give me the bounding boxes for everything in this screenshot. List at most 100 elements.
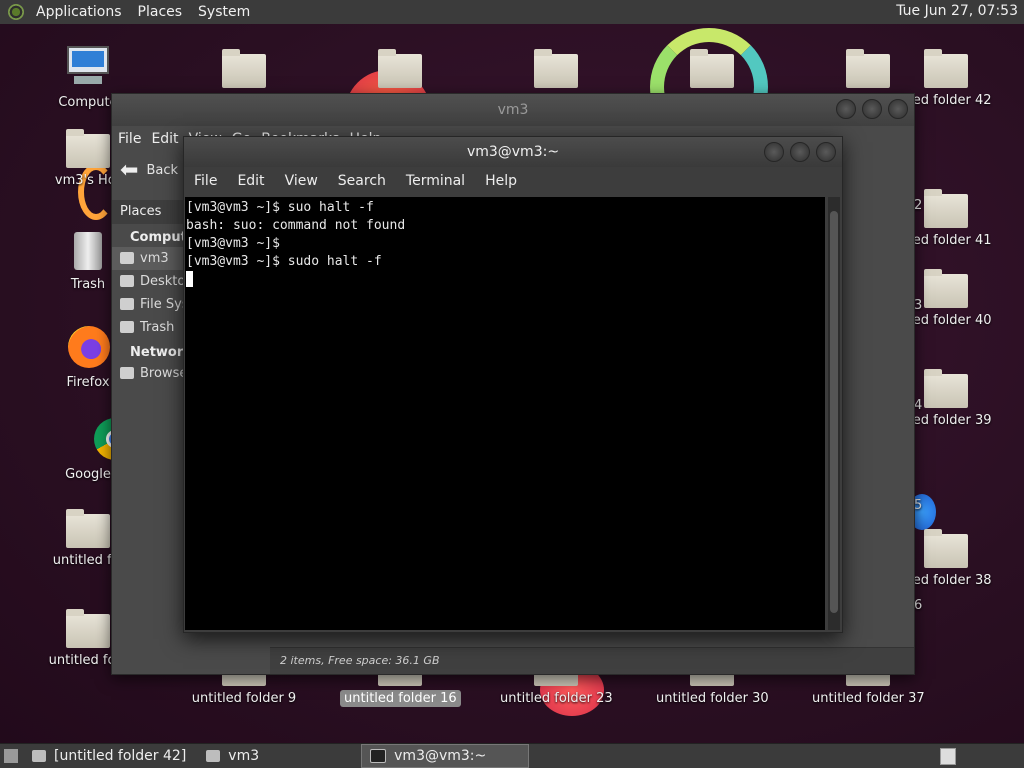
back-arrow-icon: ⬅ (120, 157, 139, 183)
terminal-text: [vm3@vm3 ~]$ suo halt -f bash: suo: comma… (185, 197, 825, 289)
icon-label: untitled folder 30 (656, 691, 769, 706)
terminal-titlebar[interactable]: vm3@vm3:~ (184, 137, 842, 167)
menu-help[interactable]: Help (485, 173, 517, 189)
computer-icon (64, 46, 112, 90)
menu-view[interactable]: View (285, 173, 318, 189)
text-cursor (186, 271, 193, 287)
folder-icon (924, 529, 968, 568)
sidebar-item-home[interactable]: vm3 (112, 247, 184, 270)
system-menu[interactable]: System (190, 4, 258, 20)
places-sidebar: Places Computer vm3 Desktop File System … (112, 200, 184, 674)
folder-icon (924, 269, 968, 308)
folder-icon (222, 49, 266, 88)
folder-icon (846, 49, 890, 88)
drive-icon (120, 298, 134, 310)
menu-terminal[interactable]: Terminal (406, 173, 465, 189)
clock[interactable]: Tue Jun 27, 07:53 (896, 3, 1018, 19)
window-controls (836, 99, 908, 119)
desktop-folder[interactable] (496, 48, 616, 92)
folder-icon (66, 509, 110, 548)
icon-label: untitled folder 23 (500, 691, 613, 706)
partial-label: 6 (914, 598, 923, 613)
terminal-line: [vm3@vm3 ~]$ sudo halt -f (186, 254, 382, 269)
terminal-icon (370, 749, 387, 763)
taskbar-item-terminal[interactable]: vm3@vm3:~ (361, 744, 530, 768)
places-menu[interactable]: Places (130, 4, 191, 20)
network-icon (120, 367, 134, 379)
close-button[interactable] (816, 142, 836, 162)
maximize-button[interactable] (862, 99, 882, 119)
terminal-line: [vm3@vm3 ~]$ (186, 236, 280, 251)
icon-label: untitled folder 16 (340, 690, 461, 707)
folder-icon (924, 369, 968, 408)
desktop-folder[interactable] (184, 48, 304, 92)
show-desktop-icon[interactable] (4, 749, 18, 763)
folder-icon (378, 49, 422, 88)
firefox-icon (64, 326, 112, 370)
places-selector[interactable]: Places (112, 200, 184, 224)
desktop-folder[interactable] (340, 48, 460, 92)
icon-label: Google (65, 467, 111, 482)
terminal-output[interactable]: [vm3@vm3 ~]$ suo halt -f bash: suo: comma… (185, 197, 825, 630)
home-icon (120, 252, 134, 264)
window-title: vm3 (497, 102, 529, 118)
home-folder-icon (206, 750, 221, 762)
applications-menu[interactable]: Applications (28, 4, 130, 20)
folder-icon (924, 189, 968, 228)
sidebar-item-label: File System (140, 297, 184, 312)
menu-search[interactable]: Search (338, 173, 386, 189)
icon-label: untitled folder 9 (191, 691, 297, 706)
file-manager-titlebar[interactable]: vm3 (112, 94, 914, 126)
chrome-icon (64, 418, 136, 462)
taskbar-item-folder42[interactable]: [untitled folder 42] (24, 745, 194, 767)
trash-icon (64, 228, 112, 272)
back-label: Back (146, 162, 178, 178)
folder-icon (66, 609, 110, 648)
sidebar-item-trash[interactable]: Trash (112, 316, 184, 339)
terminal-scrollbar[interactable] (828, 197, 840, 630)
terminal-cursor-line (186, 271, 825, 289)
top-panel: Applications Places System Tue Jun 27, 0… (0, 0, 1024, 25)
distro-logo-icon[interactable] (8, 4, 24, 20)
menu-edit[interactable]: Edit (151, 131, 178, 147)
menu-file[interactable]: File (194, 173, 217, 189)
maximize-button[interactable] (790, 142, 810, 162)
folder-icon (534, 49, 578, 88)
terminal-line: bash: suo: command not found (186, 218, 406, 233)
terminal-line: [vm3@vm3 ~]$ suo halt -f (186, 200, 374, 215)
taskbar-item-vm3[interactable]: vm3 (198, 745, 267, 767)
sidebar-heading-computer: Computer (130, 230, 184, 245)
taskbar-label: vm3 (228, 748, 260, 764)
sidebar-heading-network: Network (130, 345, 184, 360)
desktop-folder[interactable] (652, 48, 772, 92)
folder-icon (924, 49, 968, 88)
scrollbar-thumb[interactable] (830, 211, 838, 613)
close-button[interactable] (888, 99, 908, 119)
home-folder-icon (66, 129, 110, 168)
icon-label: Firefox (66, 375, 110, 390)
sidebar-item-label: Desktop (140, 274, 184, 289)
sidebar-item-desktop[interactable]: Desktop (112, 270, 184, 293)
icon-label: Trash (70, 277, 106, 292)
terminal-menubar: File Edit View Search Terminal Help (184, 167, 842, 195)
partial-label: 4 (914, 398, 923, 413)
desktop-icon (120, 275, 134, 287)
partial-label: 3 (914, 298, 923, 313)
sidebar-item-filesystem[interactable]: File System (112, 293, 184, 316)
trash-icon (120, 321, 134, 333)
window-controls (764, 142, 836, 162)
folder-icon (32, 750, 46, 762)
window-title: vm3@vm3:~ (466, 144, 560, 160)
folder-icon (690, 49, 734, 88)
menu-edit[interactable]: Edit (237, 173, 264, 189)
sidebar-item-label: Browse (140, 366, 184, 381)
minimize-button[interactable] (764, 142, 784, 162)
terminal-window[interactable]: vm3@vm3:~ File Edit View Search Terminal… (183, 136, 843, 633)
menu-file[interactable]: File (118, 131, 141, 147)
file-manager-statusbar: 2 items, Free space: 36.1 GB (270, 647, 914, 674)
back-button[interactable]: ⬅ Back (120, 158, 178, 183)
sidebar-item-label: Trash (140, 320, 175, 335)
sidebar-item-browse-network[interactable]: Browse (112, 362, 184, 385)
minimize-button[interactable] (836, 99, 856, 119)
workspace-switcher-icon[interactable] (940, 748, 956, 765)
